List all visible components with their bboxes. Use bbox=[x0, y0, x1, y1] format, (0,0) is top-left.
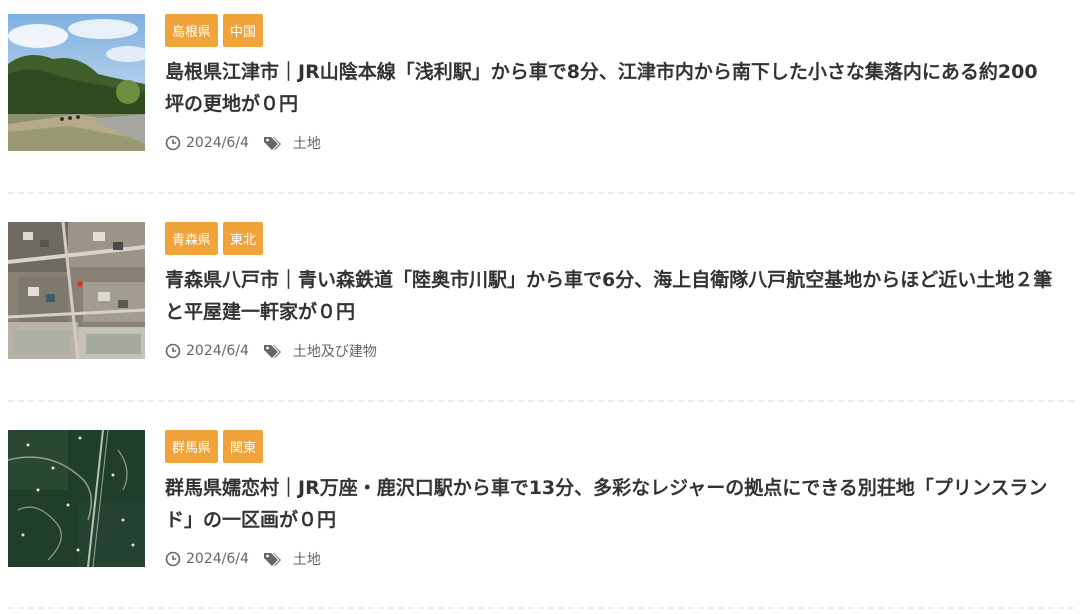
post-tags: 島根県 中国 bbox=[165, 14, 1065, 47]
area-tag[interactable]: 関東 bbox=[223, 430, 264, 463]
post-thumbnail[interactable] bbox=[8, 14, 145, 151]
tag-icon bbox=[263, 343, 283, 359]
region-tag[interactable]: 群馬県 bbox=[165, 430, 219, 463]
post-item: 青森県 東北 青森県八戸市｜青い森鉄道「陸奥市川駅」から車で6分、海上自衛隊八戸… bbox=[0, 222, 1080, 390]
post-date: 2024/6/4 bbox=[186, 551, 249, 567]
post-thumbnail[interactable] bbox=[8, 222, 145, 359]
post-category[interactable]: 土地及び建物 bbox=[293, 341, 377, 361]
post-body: 青森県 東北 青森県八戸市｜青い森鉄道「陸奥市川駅」から車で6分、海上自衛隊八戸… bbox=[165, 222, 1065, 328]
post-body: 群馬県 関東 群馬県嬬恋村｜JR万座・鹿沢口駅から車で13分、多彩なレジャーの拠… bbox=[165, 430, 1065, 536]
post-title[interactable]: 群馬県嬬恋村｜JR万座・鹿沢口駅から車で13分、多彩なレジャーの拠点にできる別荘… bbox=[165, 472, 1055, 536]
post-meta: 2024/6/4 土地 bbox=[165, 132, 321, 154]
aerial-forest-map bbox=[8, 430, 145, 567]
rural-lot-photo bbox=[8, 14, 145, 151]
region-tag[interactable]: 青森県 bbox=[165, 222, 219, 255]
clock-icon bbox=[165, 135, 181, 151]
area-tag[interactable]: 中国 bbox=[223, 14, 264, 47]
aerial-neighborhood-photo bbox=[8, 222, 145, 359]
post-tags: 群馬県 関東 bbox=[165, 430, 1065, 463]
post-meta: 2024/6/4 土地 bbox=[165, 548, 321, 570]
clock-icon bbox=[165, 343, 181, 359]
post-thumbnail[interactable] bbox=[8, 430, 145, 567]
post-date: 2024/6/4 bbox=[186, 135, 249, 151]
area-tag[interactable]: 東北 bbox=[223, 222, 264, 255]
tag-icon bbox=[263, 551, 283, 567]
post-category[interactable]: 土地 bbox=[293, 133, 321, 153]
tag-icon bbox=[263, 135, 283, 151]
post-tags: 青森県 東北 bbox=[165, 222, 1065, 255]
post-title[interactable]: 島根県江津市｜JR山陰本線「浅利駅」から車で8分、江津市内から南下した小さな集落… bbox=[165, 56, 1055, 120]
post-date: 2024/6/4 bbox=[186, 343, 249, 359]
post-item: 島根県 中国 島根県江津市｜JR山陰本線「浅利駅」から車で8分、江津市内から南下… bbox=[0, 14, 1080, 182]
post-item: 群馬県 関東 群馬県嬬恋村｜JR万座・鹿沢口駅から車で13分、多彩なレジャーの拠… bbox=[0, 430, 1080, 598]
post-title[interactable]: 青森県八戸市｜青い森鉄道「陸奥市川駅」から車で6分、海上自衛隊八戸航空基地からほ… bbox=[165, 264, 1055, 328]
post-category[interactable]: 土地 bbox=[293, 549, 321, 569]
post-body: 島根県 中国 島根県江津市｜JR山陰本線「浅利駅」から車で8分、江津市内から南下… bbox=[165, 14, 1065, 120]
post-divider bbox=[8, 192, 1074, 194]
region-tag[interactable]: 島根県 bbox=[165, 14, 219, 47]
clock-icon bbox=[165, 551, 181, 567]
post-divider bbox=[8, 607, 1074, 609]
post-meta: 2024/6/4 土地及び建物 bbox=[165, 340, 377, 362]
post-divider bbox=[8, 400, 1074, 402]
post-list: 島根県 中国 島根県江津市｜JR山陰本線「浅利駅」から車で8分、江津市内から南下… bbox=[0, 0, 1080, 614]
